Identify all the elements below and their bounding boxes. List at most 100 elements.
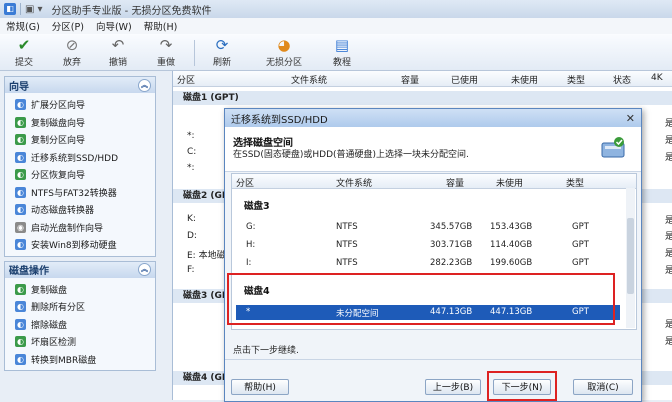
- sidebar-item-label: 删除所有分区: [31, 303, 86, 314]
- refresh-icon: ⟳: [215, 36, 229, 54]
- migrate-icon: ◐: [15, 151, 26, 163]
- sidebar-item-migrate-os[interactable]: ◐ 迁移系统到SSD/HDD: [5, 149, 155, 167]
- partition-row[interactable]: *:: [187, 163, 195, 173]
- dcol-free[interactable]: 未使用: [496, 176, 523, 189]
- bad-sector-icon: ◐: [15, 336, 26, 348]
- sidebar-item-partition-recovery[interactable]: ◐ 分区恢复向导: [5, 166, 155, 184]
- partition-row[interactable]: C:: [187, 147, 196, 157]
- cell-type: GPT: [572, 240, 589, 250]
- refresh-label: 刷新: [212, 58, 231, 68]
- wizard-panel-header[interactable]: 向导 ︽: [5, 77, 155, 93]
- undo-label: 撤销: [108, 58, 127, 68]
- sidebar-item-label: 扩展分区向导: [31, 101, 86, 112]
- sidebar-item-label: 坏扇区检测: [31, 338, 77, 349]
- table-row[interactable]: H: NTFS 303.71GB 114.40GB GPT: [236, 238, 620, 253]
- sidebar-item-bad-sector[interactable]: ◐ 坏扇区检测: [5, 333, 155, 351]
- partition-row[interactable]: D:: [187, 231, 197, 241]
- 4k-value: 是: [665, 153, 672, 163]
- col-free[interactable]: 未使用: [511, 73, 538, 86]
- sidebar-item-copy-partition-wizard[interactable]: ◐ 复制分区向导: [5, 131, 155, 149]
- 4k-value: 是: [665, 320, 672, 330]
- vertical-scrollbar[interactable]: [626, 188, 635, 328]
- back-button[interactable]: 上一步(B): [425, 379, 481, 395]
- partition-row[interactable]: *:: [187, 131, 195, 141]
- sidebar-item-dynamic-disk[interactable]: ◐ 动态磁盘转换器: [5, 201, 155, 219]
- migrate-os-dialog: 迁移系统到SSD/HDD ✕ 选择磁盘空间 在SSD(固态硬盘)或HDD(普通硬…: [224, 108, 642, 402]
- partition-row[interactable]: K:: [187, 214, 196, 224]
- col-filesystem[interactable]: 文件系统: [291, 73, 327, 86]
- dialog-hint: 点击下一步继续.: [233, 346, 299, 356]
- lossless-partition-button[interactable]: ◕ 无损分区: [256, 36, 312, 68]
- scrollbar-thumb[interactable]: [627, 218, 634, 294]
- window-title: 分区助手专业版 - 无损分区免费软件: [51, 5, 212, 17]
- col-partition[interactable]: 分区: [177, 73, 195, 86]
- sidebar-item-label: 启动光盘制作向导: [31, 223, 104, 234]
- col-used[interactable]: 已使用: [451, 73, 478, 86]
- 4k-value: 是: [665, 266, 672, 276]
- discard-icon: ⊘: [65, 36, 79, 54]
- sidebar-item-extend-wizard[interactable]: ◐ 扩展分区向导: [5, 96, 155, 114]
- sidebar-item-convert-mbr[interactable]: ◐ 转换到MBR磁盘: [5, 351, 155, 369]
- menu-partition[interactable]: 分区(P): [46, 19, 90, 33]
- menu-help[interactable]: 帮助(H): [138, 19, 184, 33]
- collapse-chevron-icon[interactable]: ︽: [138, 78, 151, 92]
- close-icon[interactable]: ✕: [626, 112, 635, 125]
- disk-space-table-header: 分区 文件系统 容量 未使用 类型: [232, 174, 636, 189]
- sidebar-item-copy-disk[interactable]: ◐ 复制磁盘: [5, 281, 155, 299]
- cell-partition: G:: [246, 222, 256, 232]
- dialog-header-subtitle: 在SSD(固态硬盘)或HDD(普通硬盘)上选择一块未分配空间.: [233, 150, 469, 160]
- discard-button[interactable]: ⊘ 放弃: [50, 36, 94, 68]
- redo-button[interactable]: ↷ 重做: [144, 36, 188, 68]
- dialog-header: 选择磁盘空间 在SSD(固态硬盘)或HDD(普通硬盘)上选择一块未分配空间.: [225, 127, 641, 172]
- cell-filesystem: NTFS: [336, 222, 358, 232]
- help-button[interactable]: 帮助(H): [231, 379, 289, 395]
- sidebar-item-copy-disk-wizard[interactable]: ◐ 复制磁盘向导: [5, 114, 155, 132]
- sidebar-item-label: 分区恢复向导: [31, 171, 86, 182]
- quick-save-icon[interactable]: ▣: [25, 4, 34, 15]
- dcol-partition[interactable]: 分区: [236, 176, 254, 189]
- partition-row[interactable]: F:: [187, 265, 195, 275]
- cell-filesystem: NTFS: [336, 240, 358, 250]
- disk-ops-panel-header[interactable]: 磁盘操作 ︽: [5, 261, 155, 278]
- undo-button[interactable]: ↶ 撤销: [96, 36, 140, 68]
- quick-dropdown-icon[interactable]: ▾: [37, 4, 42, 15]
- commit-button[interactable]: ✔ 提交: [2, 36, 46, 68]
- cell-capacity: 345.57GB: [430, 222, 473, 232]
- extend-icon: ◐: [15, 99, 26, 111]
- sidebar-item-label: 擦除磁盘: [31, 320, 68, 331]
- cancel-button[interactable]: 取消(C): [573, 379, 633, 395]
- refresh-button[interactable]: ⟳ 刷新: [200, 36, 244, 68]
- col-type[interactable]: 类型: [567, 73, 585, 86]
- dcol-type[interactable]: 类型: [566, 176, 584, 189]
- tutorial-book-icon: ▤: [334, 36, 350, 54]
- table-row[interactable]: I: NTFS 282.23GB 199.60GB GPT: [236, 256, 620, 271]
- sidebar-item-wipe-disk[interactable]: ◐ 擦除磁盘: [5, 316, 155, 334]
- cd-icon: ◉: [15, 221, 26, 233]
- delete-icon: ◐: [15, 301, 26, 313]
- dcol-capacity[interactable]: 容量: [446, 176, 464, 189]
- collapse-chevron-icon[interactable]: ︽: [138, 263, 151, 276]
- table-row[interactable]: G: NTFS 345.57GB 153.43GB GPT: [236, 220, 620, 235]
- sidebar-item-label: 复制分区向导: [31, 136, 86, 147]
- sidebar-item-bootable-cd[interactable]: ◉ 启动光盘制作向导: [5, 219, 155, 237]
- sidebar-item-win8-to-go[interactable]: ◐ 安装Win8到移动硬盘: [5, 236, 155, 254]
- dynamic-disk-icon: ◐: [15, 204, 26, 216]
- dialog-title-bar[interactable]: 迁移系统到SSD/HDD ✕: [225, 109, 641, 127]
- col-4k[interactable]: 4K: [651, 73, 663, 83]
- tutorial-button[interactable]: ▤ 教程: [320, 36, 364, 68]
- dcol-filesystem[interactable]: 文件系统: [336, 176, 372, 189]
- cell-free: 199.60GB: [490, 258, 533, 268]
- 4k-value: 是: [665, 337, 672, 347]
- sidebar-item-delete-all[interactable]: ◐ 删除所有分区: [5, 298, 155, 316]
- sidebar-item-ntfs-fat32[interactable]: ◐ NTFS与FAT32转换器: [5, 184, 155, 202]
- disk-header[interactable]: 磁盘1 (GPT): [173, 91, 672, 105]
- sidebar: 向导 ︽ ◐ 扩展分区向导 ◐ 复制磁盘向导 ◐ 复制分区向导 ◐ 迁移系统到SSD/H…: [4, 76, 156, 400]
- toolbar-separator: [194, 40, 195, 66]
- sidebar-item-label: 安装Win8到移动硬盘: [31, 241, 117, 252]
- copy-disk-icon: ◐: [15, 116, 26, 128]
- col-status[interactable]: 状态: [613, 73, 631, 86]
- discard-label: 放弃: [62, 58, 81, 68]
- menu-general[interactable]: 常规(G): [0, 19, 46, 33]
- col-capacity[interactable]: 容量: [401, 73, 419, 86]
- menu-wizard[interactable]: 向导(W): [90, 19, 138, 33]
